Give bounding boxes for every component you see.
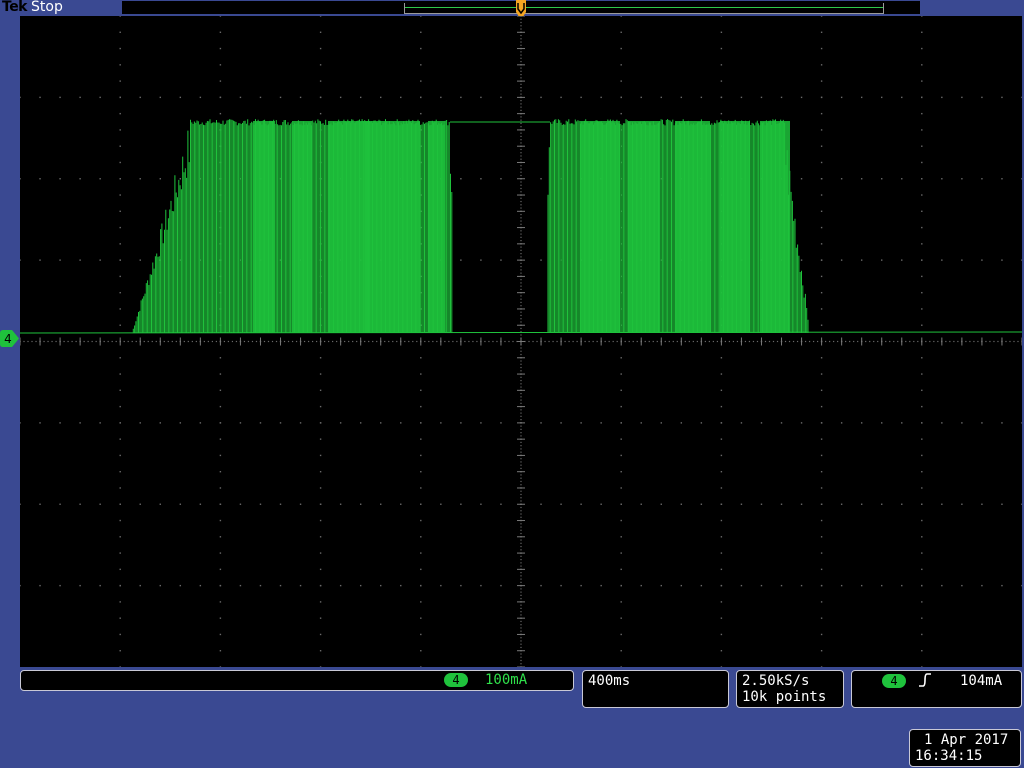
acquisition-readout[interactable]: 2.50kS/s 10k points: [736, 670, 844, 708]
channel-4-trace: [20, 119, 1022, 334]
run-state[interactable]: Stop: [31, 0, 63, 15]
graticule: [20, 16, 1022, 667]
channel-4-marker-label: 4: [4, 332, 12, 346]
channel-badge: 4: [444, 673, 468, 687]
brand-logo: Tek: [2, 0, 28, 15]
status-bar: Tek Stop: [0, 0, 1024, 20]
graticule-and-trace: [20, 16, 1022, 667]
channel-scale: 100mA: [485, 672, 528, 688]
record-view-window[interactable]: [404, 3, 884, 14]
date-time-readout: 1 Apr 2017 16:34:15: [909, 729, 1021, 767]
sample-rate: 2.50kS/s: [742, 673, 810, 689]
channel-readout[interactable]: 4 100mA: [20, 670, 574, 691]
brand-and-run-state: Tek Stop: [2, 0, 63, 16]
rising-edge-icon: [919, 673, 931, 687]
time-per-division: 400ms: [588, 673, 631, 689]
waveform-display[interactable]: [20, 16, 1022, 667]
trigger-readout[interactable]: 4 104mA: [851, 670, 1022, 708]
trigger-source-badge: 4: [882, 674, 906, 688]
horizontal-readout[interactable]: 400ms: [582, 670, 729, 708]
record-length: 10k points: [742, 689, 827, 705]
date: 1 Apr 2017: [924, 732, 1009, 748]
channel-4-ground-marker[interactable]: 4: [0, 330, 19, 347]
trigger-level: 104mA: [960, 673, 1003, 689]
time: 16:34:15: [915, 748, 983, 764]
